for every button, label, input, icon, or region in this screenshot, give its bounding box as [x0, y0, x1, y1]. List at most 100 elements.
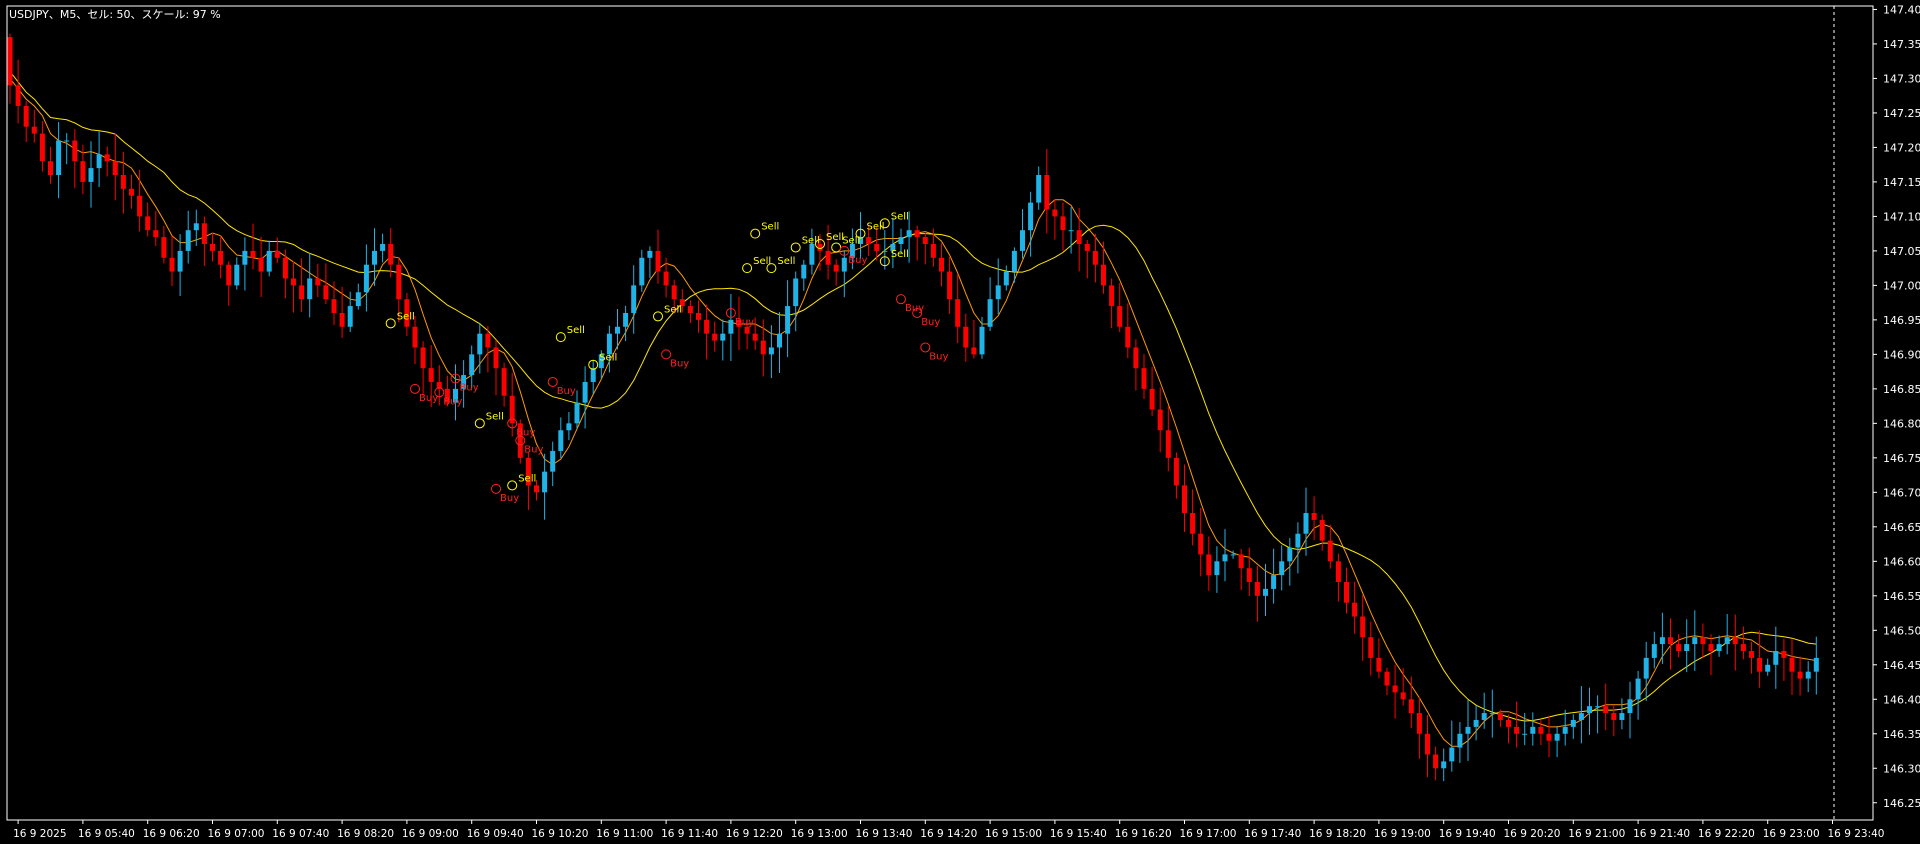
candle-body	[177, 250, 183, 272]
x-tick-label: 16 9 07:40	[272, 828, 329, 840]
candle-body	[193, 223, 199, 231]
candle-body	[1765, 664, 1771, 672]
sell-signal-label: Sell	[567, 325, 585, 336]
candle-body	[615, 326, 620, 334]
candle-body	[39, 133, 45, 162]
candle-body	[1506, 719, 1511, 727]
candle-body	[72, 140, 78, 162]
candle-body	[250, 250, 256, 258]
y-tick-label: 146.500	[1883, 624, 1920, 637]
candle-body	[307, 278, 313, 300]
candle-body	[56, 140, 62, 176]
candle-body	[1319, 519, 1325, 541]
candle-body	[420, 347, 426, 369]
candle-body	[266, 250, 272, 272]
candle-body	[129, 188, 134, 196]
x-tick-label: 16 9 15:40	[1050, 828, 1107, 840]
candle-body	[1295, 533, 1301, 548]
x-tick-label: 16 9 21:00	[1568, 828, 1625, 840]
y-tick-label: 147.200	[1883, 141, 1920, 154]
candle-body	[372, 250, 377, 265]
candle-body	[1425, 733, 1430, 755]
price-chart[interactable]: USDJPY、M5、セル: 50、スケール: 97 % 147.400 147.3…	[0, 0, 1920, 844]
candle-body	[331, 299, 337, 313]
candle-body	[777, 333, 782, 348]
y-tick-label: 147.300	[1883, 72, 1920, 85]
candle-body	[363, 264, 369, 293]
candle-body	[687, 306, 693, 313]
candle-body	[1449, 747, 1455, 762]
candle-body	[1797, 671, 1803, 679]
buy-signal-label: Buy	[929, 351, 948, 362]
buy-signal-label: Buy	[848, 255, 867, 266]
y-tick-label: 147.150	[1883, 176, 1920, 189]
candle-body	[720, 333, 726, 341]
candle-body	[1206, 554, 1212, 576]
candle-body	[696, 312, 701, 320]
candle-body	[88, 168, 94, 182]
y-tick-label: 146.300	[1883, 762, 1920, 775]
candle-body	[1141, 368, 1147, 389]
y-tick-label: 146.950	[1883, 314, 1920, 327]
candle-body	[1003, 271, 1009, 286]
candle-body	[469, 354, 475, 376]
candle-body	[1408, 699, 1414, 714]
candle-body	[501, 368, 507, 396]
candle-body	[1578, 713, 1584, 720]
candle-body	[752, 333, 758, 341]
x-tick-label: 16 9 12:20	[726, 828, 783, 840]
y-tick-label: 146.800	[1883, 417, 1920, 430]
y-tick-label: 146.250	[1883, 797, 1920, 810]
candle-body	[1076, 230, 1082, 244]
candle-body	[1028, 202, 1034, 231]
candle-body	[1271, 575, 1277, 589]
candle-body	[1246, 568, 1252, 583]
y-tick-label: 146.850	[1883, 383, 1920, 396]
candle-body	[930, 243, 936, 258]
candle-body	[1635, 678, 1641, 700]
sell-signal-label: Sell	[891, 249, 909, 260]
x-tick-label: 16 9 23:00	[1763, 828, 1820, 840]
candle-body	[922, 237, 928, 244]
candle-body	[169, 257, 175, 272]
candle-body	[1287, 547, 1293, 562]
candle-body	[201, 223, 207, 244]
x-tick-label: 16 9 15:00	[985, 828, 1042, 840]
candle-body	[1335, 561, 1341, 583]
candle-body	[809, 243, 815, 265]
candle-body	[120, 175, 126, 189]
x-tick-label: 16 9 13:40	[856, 828, 913, 840]
buy-signal-label: Buy	[735, 317, 754, 328]
candle-body	[1708, 644, 1714, 651]
candle-body	[80, 161, 86, 182]
x-tick-label: 16 9 10:20	[532, 828, 589, 840]
candle-body	[104, 154, 110, 162]
candle-body	[631, 285, 637, 313]
candle-body	[1692, 637, 1698, 645]
candle-body	[1173, 457, 1179, 486]
buy-signal-label: Buy	[670, 358, 689, 369]
candle-body	[955, 299, 961, 327]
candle-body	[785, 306, 791, 334]
candle-body	[1773, 650, 1779, 665]
x-tick-label: 16 9 09:40	[467, 828, 524, 840]
candle-body	[1279, 561, 1285, 576]
candle-body	[1538, 726, 1544, 734]
candle-body	[874, 243, 880, 251]
candle-body	[1068, 230, 1074, 232]
x-tick-label: 16 9 08:20	[337, 828, 394, 840]
chart-title: USDJPY、M5、セル: 50、スケール: 97 %	[9, 8, 221, 21]
chart-background	[0, 0, 1920, 844]
y-tick-label: 146.350	[1883, 728, 1920, 741]
candle-body	[1546, 733, 1552, 741]
candle-body	[1749, 650, 1754, 658]
candle-body	[1044, 175, 1050, 210]
candle-body	[1514, 726, 1520, 734]
candle-body	[1684, 644, 1690, 651]
buy-signal-label: Buy	[443, 396, 462, 407]
x-tick-label: 16 9 21:40	[1633, 828, 1690, 840]
candle-body	[1117, 306, 1123, 327]
candle-body	[347, 306, 353, 327]
candle-body	[590, 368, 596, 382]
candle-body	[1570, 719, 1576, 727]
